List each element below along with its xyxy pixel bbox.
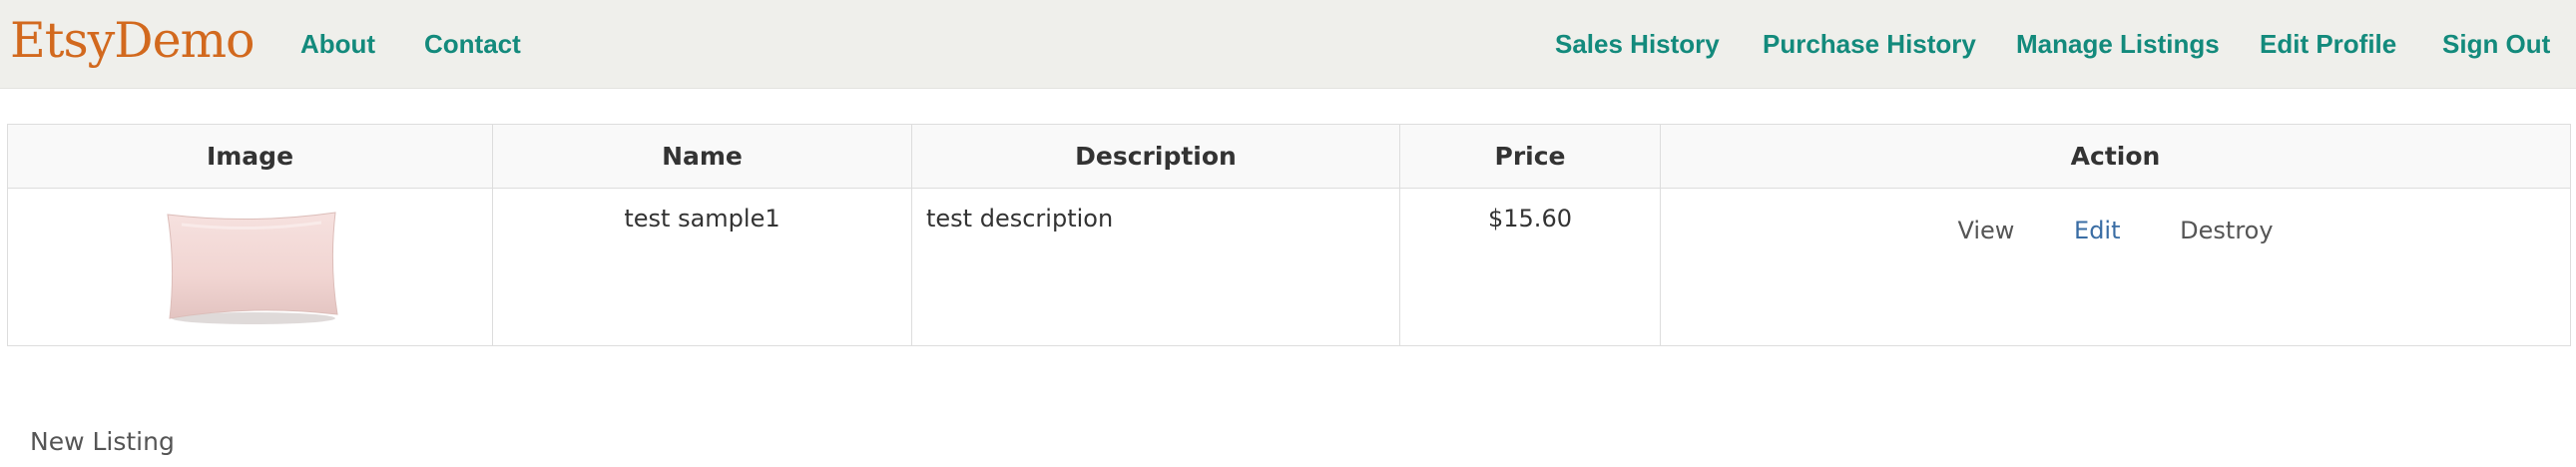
brand-logo[interactable]: EtsyDemo xyxy=(10,12,256,69)
cell-name: test sample1 xyxy=(492,188,912,346)
header-name: Name xyxy=(492,124,912,189)
edit-link[interactable]: Edit xyxy=(2074,217,2120,244)
nav-link-purchase-history[interactable]: Purchase History xyxy=(1763,29,1976,60)
view-link[interactable]: View xyxy=(1957,217,2014,244)
destroy-link[interactable]: Destroy xyxy=(2180,217,2273,244)
nav-link-sales-history[interactable]: Sales History xyxy=(1555,29,1720,60)
table-row: test sample1 test description $15.60 Vie… xyxy=(7,188,2571,346)
cell-price: $15.60 xyxy=(1399,188,1661,346)
nav-link-manage-listings[interactable]: Manage Listings xyxy=(2016,29,2220,60)
header-price: Price xyxy=(1399,124,1661,189)
cell-image xyxy=(7,188,493,346)
table-header-row: Image Name Description Price Action xyxy=(7,124,2571,189)
listings-table: Image Name Description Price Action test… xyxy=(7,124,2571,346)
nav-link-contact[interactable]: Contact xyxy=(424,29,521,60)
new-listing-link[interactable]: New Listing xyxy=(30,427,175,456)
pillow-image xyxy=(162,209,341,326)
header-action: Action xyxy=(1660,124,2571,189)
nav-link-edit-profile[interactable]: Edit Profile xyxy=(2260,29,2396,60)
header-description: Description xyxy=(911,124,1400,189)
nav-link-sign-out[interactable]: Sign Out xyxy=(2442,29,2550,60)
nav-link-about[interactable]: About xyxy=(300,29,375,60)
navbar: EtsyDemo About Contact Sales History Pur… xyxy=(0,0,2576,89)
header-image: Image xyxy=(7,124,493,189)
cell-actions: View Edit Destroy xyxy=(1660,188,2571,346)
cell-description: test description xyxy=(911,188,1400,346)
